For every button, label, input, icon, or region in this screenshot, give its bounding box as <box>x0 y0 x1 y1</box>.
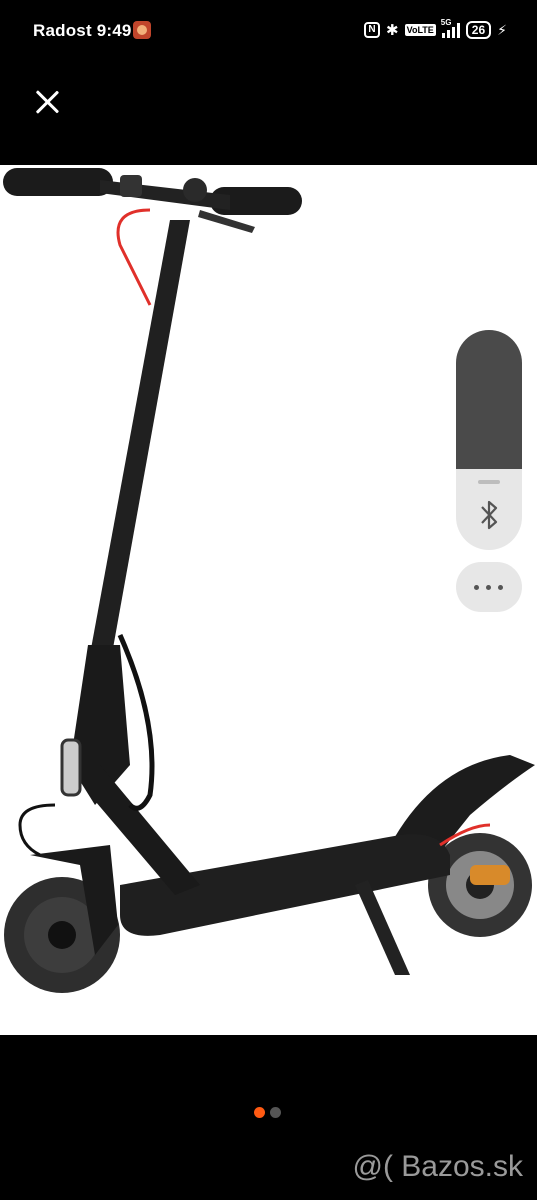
volte-badge: VoLTE <box>404 24 436 36</box>
more-horizontal-icon <box>474 585 479 590</box>
brightness-bluetooth-panel[interactable] <box>456 330 522 550</box>
bluetooth-icon[interactable] <box>476 498 502 532</box>
app-notification-icon <box>133 21 151 39</box>
pager-dot[interactable] <box>270 1107 281 1118</box>
carrier-time-label: Radost 9:49 <box>33 21 132 40</box>
charging-icon: ⚡ <box>497 21 507 38</box>
brightness-slider-fill[interactable] <box>456 330 522 469</box>
slider-handle[interactable] <box>478 480 500 484</box>
system-icons: N ✱ VoLTE 5G 26 ⚡ <box>364 18 507 41</box>
signal-icon: 5G <box>441 18 460 38</box>
more-options-button[interactable] <box>456 562 522 612</box>
network-type-label: 5G <box>440 18 452 27</box>
status-bar: Radost 9:49 N ✱ VoLTE 5G 26 ⚡ <box>0 0 537 62</box>
bluetooth-status-icon: ✱ <box>386 22 399 39</box>
battery-icon: 26 <box>465 21 492 39</box>
close-icon[interactable] <box>30 85 64 119</box>
image-pager-dots <box>254 1107 281 1118</box>
watermark-label: @( Bazos.sk <box>352 1150 524 1183</box>
pager-dot-active[interactable] <box>254 1107 265 1118</box>
scooter-photo[interactable] <box>0 165 537 1035</box>
scooter-illustration <box>3 168 535 993</box>
battery-level: 26 <box>471 23 486 37</box>
nfc-icon: N <box>364 22 381 38</box>
